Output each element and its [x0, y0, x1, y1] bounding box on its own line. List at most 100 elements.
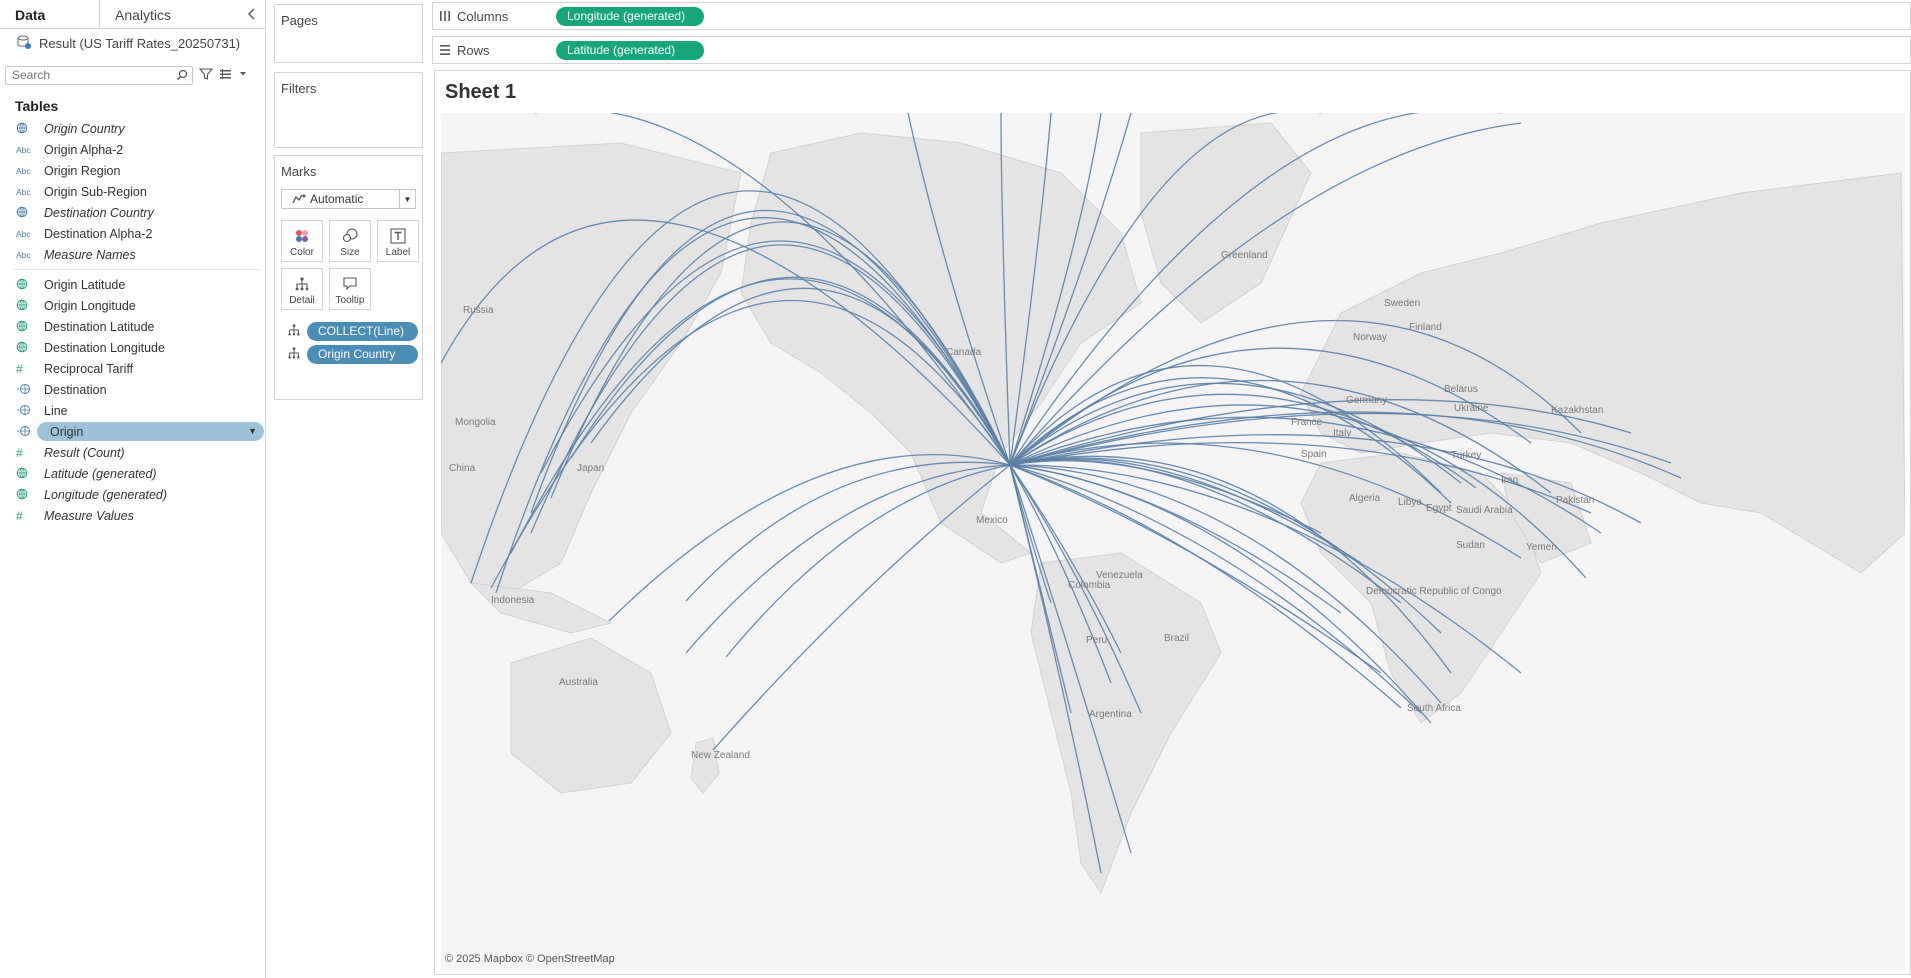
pages-title: Pages [281, 13, 318, 28]
field-label: Reciprocal Tariff [44, 361, 134, 376]
filters-card[interactable]: Filters [274, 72, 423, 148]
columns-icon [433, 10, 457, 22]
detail-icon [294, 273, 310, 295]
map-label-spain: Spain [1301, 449, 1327, 460]
geo-field-icon [16, 383, 44, 397]
search-input[interactable] [6, 66, 166, 84]
size-icon [341, 225, 359, 247]
tooltip-icon [342, 273, 358, 295]
field-destination-latitude[interactable]: Destination Latitude [0, 316, 265, 337]
map-label-indonesia: Indonesia [491, 595, 535, 606]
field-measure-names[interactable]: Abc Measure Names [0, 244, 265, 265]
chevron-down-icon[interactable]: ▼ [399, 190, 415, 208]
field-destination-country[interactable]: Destination Country [0, 202, 265, 223]
datasource-icon [17, 34, 31, 53]
map-canvas[interactable]: Russia Greenland Canada Mongolia China Japan M… [441, 113, 1905, 970]
map-view[interactable]: Russia Greenland Canada Mongolia China Japan M… [441, 113, 1905, 970]
search-icon[interactable] [176, 69, 188, 84]
field-reciprocal-tariff[interactable]: # Reciprocal Tariff [0, 358, 265, 379]
columns-label: Columns [457, 8, 509, 24]
search-row [5, 63, 261, 87]
tab-analytics[interactable]: Analytics [100, 0, 200, 28]
field-label: Origin Country [44, 121, 125, 136]
field-destination-alpha-2[interactable]: Abc Destination Alpha-2 [0, 223, 265, 244]
map-label-japan: Japan [577, 463, 604, 474]
rows-icon [433, 44, 457, 56]
mark-type-dropdown[interactable]: Automatic ▼ [281, 189, 416, 209]
origin-country-pill[interactable]: Origin Country [307, 344, 418, 364]
field-label: Origin Latitude [44, 277, 126, 292]
sheet-view: Sheet 1 Russia Greenland Canada Mongolia… [434, 70, 1911, 975]
tooltip-button[interactable]: Tooltip [329, 268, 371, 310]
color-label: Color [290, 247, 314, 258]
marks-country-field: Origin Country [287, 344, 418, 364]
globe-icon [16, 467, 44, 481]
field-destination-longitude[interactable]: Destination Longitude [0, 337, 265, 358]
field-label: Destination Longitude [44, 340, 165, 355]
field-line[interactable]: Line [0, 400, 265, 421]
field-origin-sub-region[interactable]: Abc Origin Sub-Region [0, 181, 265, 202]
field-destination[interactable]: Destination [0, 379, 265, 400]
sheet-title[interactable]: Sheet 1 [445, 81, 516, 104]
chevron-down-icon[interactable]: ▼ [248, 426, 257, 436]
datasource-row[interactable]: Result (US Tariff Rates_20250731) [0, 29, 265, 57]
latitude-pill[interactable]: Latitude (generated) [556, 40, 704, 60]
field-origin-region[interactable]: Abc Origin Region [0, 160, 265, 181]
color-button[interactable]: Color [281, 220, 323, 262]
field-label: Longitude (generated) [44, 487, 168, 502]
map-label-brazil: Brazil [1164, 633, 1189, 644]
columns-shelf[interactable]: Columns Longitude (generated) [432, 2, 1911, 30]
size-button[interactable]: Size [329, 220, 371, 262]
field-origin-latitude[interactable]: Origin Latitude [0, 274, 265, 295]
detail-button[interactable]: Detail [281, 268, 323, 310]
number-type-icon: # [16, 445, 23, 460]
field-label: Measure Values [44, 508, 134, 523]
field-measure-values[interactable]: # Measure Values [0, 505, 265, 526]
map-label-sweden: Sweden [1384, 298, 1420, 309]
globe-icon [16, 320, 44, 334]
longitude-pill[interactable]: Longitude (generated) [556, 6, 704, 26]
landmass-new-zealand [690, 737, 720, 794]
data-pane: Data Analytics Result (US Tariff Rates_2… [0, 0, 266, 978]
tables-header: Tables [15, 98, 59, 114]
collect-line-pill[interactable]: COLLECT(Line) [307, 321, 418, 341]
pages-card[interactable]: Pages [274, 4, 423, 63]
landmass-indonesia [469, 582, 613, 634]
field-label: Origin Alpha-2 [44, 142, 124, 157]
map-label-mexico: Mexico [976, 515, 1008, 526]
landmass-australia [510, 637, 672, 794]
map-label-egypt: Egypt [1426, 503, 1452, 514]
globe-icon [16, 488, 44, 502]
label-button[interactable]: Label [377, 220, 419, 262]
tooltip-label: Tooltip [335, 295, 365, 306]
field-label: Origin Region [44, 163, 121, 178]
field-label: Line [44, 403, 68, 418]
field-longitude-generated[interactable]: Longitude (generated) [0, 484, 265, 505]
filter-icon[interactable] [198, 67, 214, 84]
marks-title: Marks [281, 164, 317, 179]
field-origin-longitude[interactable]: Origin Longitude [0, 295, 265, 316]
field-latitude-generated[interactable]: Latitude (generated) [0, 463, 265, 484]
field-origin-alpha-2[interactable]: Abc Origin Alpha-2 [0, 139, 265, 160]
rows-shelf[interactable]: Rows Latitude (generated) [432, 36, 1911, 64]
filters-title: Filters [281, 81, 317, 96]
field-separator [14, 269, 259, 270]
field-result-count[interactable]: # Result (Count) [0, 442, 265, 463]
tab-data[interactable]: Data [0, 0, 100, 28]
string-type-icon: Abc [16, 249, 31, 260]
field-label: Latitude (generated) [44, 466, 157, 481]
field-origin-country[interactable]: Origin Country [0, 118, 265, 139]
cards-pane: Pages Filters Marks Automatic ▼ Color Si… [267, 0, 430, 978]
text-label-icon [390, 225, 406, 247]
map-label-libya: Libya [1398, 497, 1422, 508]
map-label-turkey: Turkey [1451, 450, 1481, 461]
globe-icon [16, 299, 44, 313]
map-label-sudan: Sudan [1456, 540, 1485, 551]
map-label-argentina: Argentina [1089, 709, 1132, 720]
map-label-france: France [1291, 417, 1323, 428]
view-options-icon[interactable] [219, 68, 249, 83]
field-origin[interactable]: Origin ▼ [0, 421, 265, 442]
collapse-pane-icon[interactable] [245, 6, 259, 22]
number-type-icon: # [16, 361, 23, 376]
geo-field-icon [16, 404, 44, 418]
